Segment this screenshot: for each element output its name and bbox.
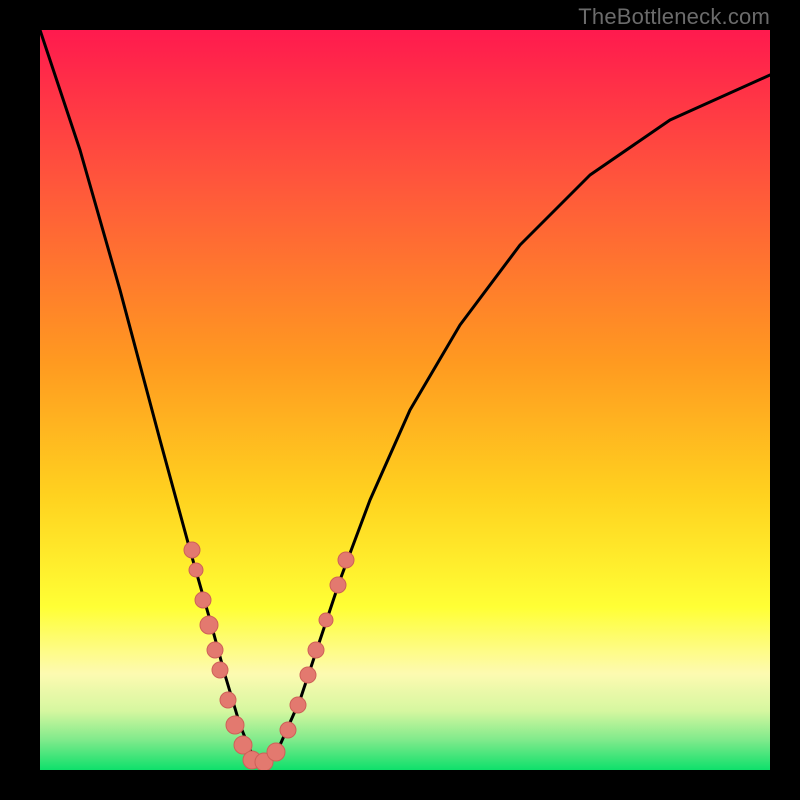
data-point bbox=[319, 613, 333, 627]
data-point bbox=[207, 642, 223, 658]
data-point bbox=[338, 552, 354, 568]
chart-svg bbox=[40, 30, 770, 770]
data-point bbox=[267, 743, 285, 761]
plot-area bbox=[40, 30, 770, 770]
data-point bbox=[212, 662, 228, 678]
data-point bbox=[200, 616, 218, 634]
data-point bbox=[330, 577, 346, 593]
data-point bbox=[280, 722, 296, 738]
bottleneck-curve bbox=[40, 30, 770, 762]
data-point bbox=[308, 642, 324, 658]
data-point bbox=[220, 692, 236, 708]
curve-path bbox=[40, 30, 770, 762]
data-point bbox=[189, 563, 203, 577]
data-point bbox=[195, 592, 211, 608]
watermark-text: TheBottleneck.com bbox=[578, 4, 770, 30]
data-point bbox=[300, 667, 316, 683]
data-point bbox=[226, 716, 244, 734]
data-point bbox=[290, 697, 306, 713]
data-point bbox=[184, 542, 200, 558]
chart-frame: TheBottleneck.com bbox=[0, 0, 800, 800]
data-point-markers bbox=[184, 542, 354, 770]
